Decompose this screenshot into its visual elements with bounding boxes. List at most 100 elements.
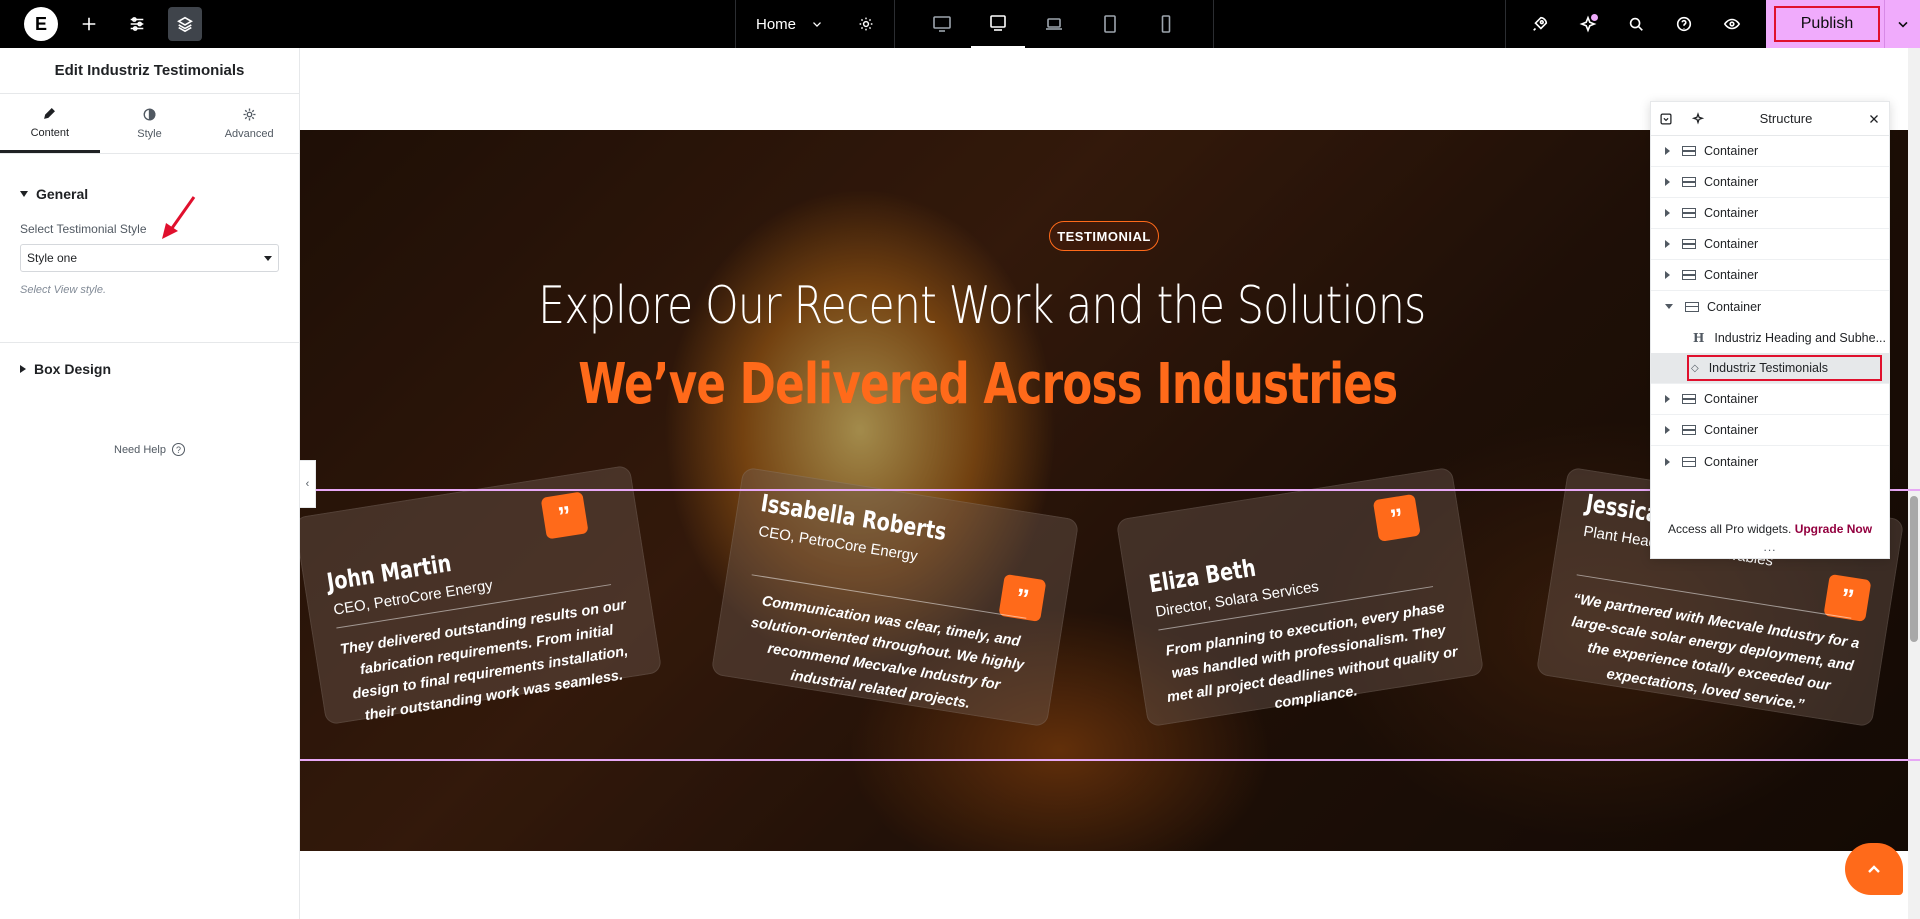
caret-right-icon <box>1665 395 1670 403</box>
tab-label: Content <box>30 126 70 139</box>
notification-dot <box>1591 14 1598 21</box>
structure-button[interactable] <box>168 7 202 41</box>
whats-new-button[interactable] <box>1570 6 1606 42</box>
sliders-icon <box>130 17 144 31</box>
layers-icon <box>177 16 193 33</box>
structure-item-container[interactable]: Container <box>1651 136 1889 167</box>
help-button[interactable] <box>1666 6 1702 42</box>
page-selector[interactable]: Home <box>736 0 896 48</box>
structure-title: Structure <box>1759 111 1813 126</box>
testimonial-style-description: Select View style. <box>20 284 107 296</box>
resize-handle[interactable]: ... <box>1651 540 1889 554</box>
close-icon[interactable] <box>1867 112 1881 126</box>
structure-header: Structure <box>1651 102 1889 136</box>
heading-icon: H <box>1693 330 1705 345</box>
publish-button[interactable]: Publish <box>1774 6 1880 42</box>
preview-button[interactable] <box>1714 6 1750 42</box>
container-icon <box>1682 270 1696 280</box>
quote-icon: ” <box>1372 493 1421 542</box>
elementor-logo-button[interactable]: E <box>24 7 58 41</box>
structure-item-heading-widget[interactable]: H Industriz Heading and Subhe... <box>1651 322 1889 353</box>
structure-item-container[interactable]: Container <box>1651 167 1889 198</box>
help-icon: ? <box>171 443 185 456</box>
caret-right-icon <box>20 365 26 373</box>
quote-icon: ” <box>540 491 589 540</box>
gear-icon <box>243 108 256 121</box>
device-desktop-button[interactable] <box>915 0 969 48</box>
structure-item-label: Industriz Testimonials <box>1708 361 1828 375</box>
structure-item-container[interactable]: Container <box>1651 384 1889 415</box>
scroll-to-top-button[interactable] <box>1845 843 1903 895</box>
testimonial-quote: “We partnered with Mecvale Industry for … <box>1570 591 1861 714</box>
upgrade-now-link[interactable]: Upgrade Now <box>1795 522 1872 536</box>
structure-item-label: Container <box>1704 423 1759 437</box>
panel-title: Edit Industriz Testimonials <box>0 48 299 94</box>
tab-style[interactable]: Style <box>100 94 200 153</box>
testimonial-style-select[interactable]: Style one <box>20 244 279 272</box>
help-circle-icon <box>1676 16 1692 32</box>
container-icon <box>1682 208 1696 218</box>
tab-advanced[interactable]: Advanced <box>199 94 299 153</box>
laptop-icon <box>1046 18 1063 30</box>
chevron-up-icon <box>1868 865 1880 873</box>
search-button[interactable] <box>1618 6 1654 42</box>
section-general-toggle[interactable]: General <box>0 186 299 202</box>
need-help-link[interactable]: Need Help ? <box>0 443 299 456</box>
launchpad-button[interactable] <box>1522 6 1558 42</box>
collapse-toggle-icon[interactable] <box>1659 112 1673 126</box>
testimonial-card[interactable]: ” Eliza Beth Director, Solara Services F… <box>1115 466 1485 728</box>
top-bar-tools <box>1505 0 1766 48</box>
section-title: General <box>36 186 89 202</box>
eye-icon <box>1723 18 1741 30</box>
structure-item-container-expanded[interactable]: Container <box>1651 291 1889 322</box>
select-value: Style one <box>27 251 78 265</box>
structure-item-container[interactable]: Container <box>1651 260 1889 291</box>
site-settings-button[interactable] <box>120 7 154 41</box>
top-bar: E Home Publish <box>0 0 1920 48</box>
section-badge: TESTIMONIAL <box>1049 221 1159 251</box>
collapse-panel-button[interactable]: ‹ <box>300 460 316 508</box>
structure-item-container[interactable]: Container <box>1651 446 1889 477</box>
search-icon <box>1629 17 1643 31</box>
device-tablet-landscape-button[interactable] <box>1027 0 1081 48</box>
need-help-label: Need Help <box>114 443 166 456</box>
page-settings-gear-icon[interactable] <box>858 16 874 32</box>
device-mobile-button[interactable] <box>1139 0 1193 48</box>
add-element-button[interactable] <box>72 7 106 41</box>
container-icon <box>1685 301 1699 312</box>
structure-item-label: Container <box>1704 144 1759 158</box>
monitor-icon <box>990 15 1006 31</box>
container-icon <box>1682 394 1696 404</box>
rocket-icon <box>1533 16 1548 31</box>
publish-options-button[interactable] <box>1884 0 1920 48</box>
testimonial-style-label: Select Testimonial Style <box>20 222 147 236</box>
caret-right-icon <box>1665 426 1670 434</box>
container-icon <box>1682 425 1696 435</box>
caret-down-icon <box>264 255 272 261</box>
device-laptop-button[interactable] <box>971 0 1026 48</box>
structure-item-container[interactable]: Container <box>1651 415 1889 446</box>
section-divider <box>0 342 299 343</box>
section-box-design-toggle[interactable]: Box Design <box>0 361 299 377</box>
testimonial-card[interactable]: ” Issabella Roberts CEO, PetroCore Energ… <box>710 466 1080 728</box>
publish-group: Publish <box>1766 0 1920 48</box>
selected-item-highlight: ◇ Industriz Testimonials <box>1687 355 1882 381</box>
pro-promo: Access all Pro widgets. Upgrade Now <box>1651 522 1889 536</box>
caret-right-icon <box>1665 147 1670 155</box>
structure-item-label: Container <box>1707 299 1762 314</box>
testimonial-quote: From planning to execution, every phase … <box>1164 599 1459 713</box>
structure-panel: Structure Container Container Container … <box>1650 101 1890 559</box>
plus-icon <box>82 17 96 31</box>
structure-item-label: Container <box>1704 237 1759 251</box>
device-tablet-button[interactable] <box>1083 0 1137 48</box>
ai-sparkle-icon[interactable] <box>1691 111 1705 126</box>
structure-item-testimonials-widget[interactable]: ◇ Industriz Testimonials <box>1651 353 1889 384</box>
testimonial-card[interactable]: ” John Martin CEO, PetroCore Energy They… <box>300 464 663 726</box>
tab-content[interactable]: Content <box>0 94 100 153</box>
structure-item-container[interactable]: Container <box>1651 198 1889 229</box>
tablet-icon <box>1104 15 1116 33</box>
red-annotation-arrow-icon <box>162 196 196 239</box>
structure-item-container[interactable]: Container <box>1651 229 1889 260</box>
chevron-down-icon <box>813 22 821 27</box>
section-subheading: We’ve Delivered Across Industries <box>578 352 1398 417</box>
